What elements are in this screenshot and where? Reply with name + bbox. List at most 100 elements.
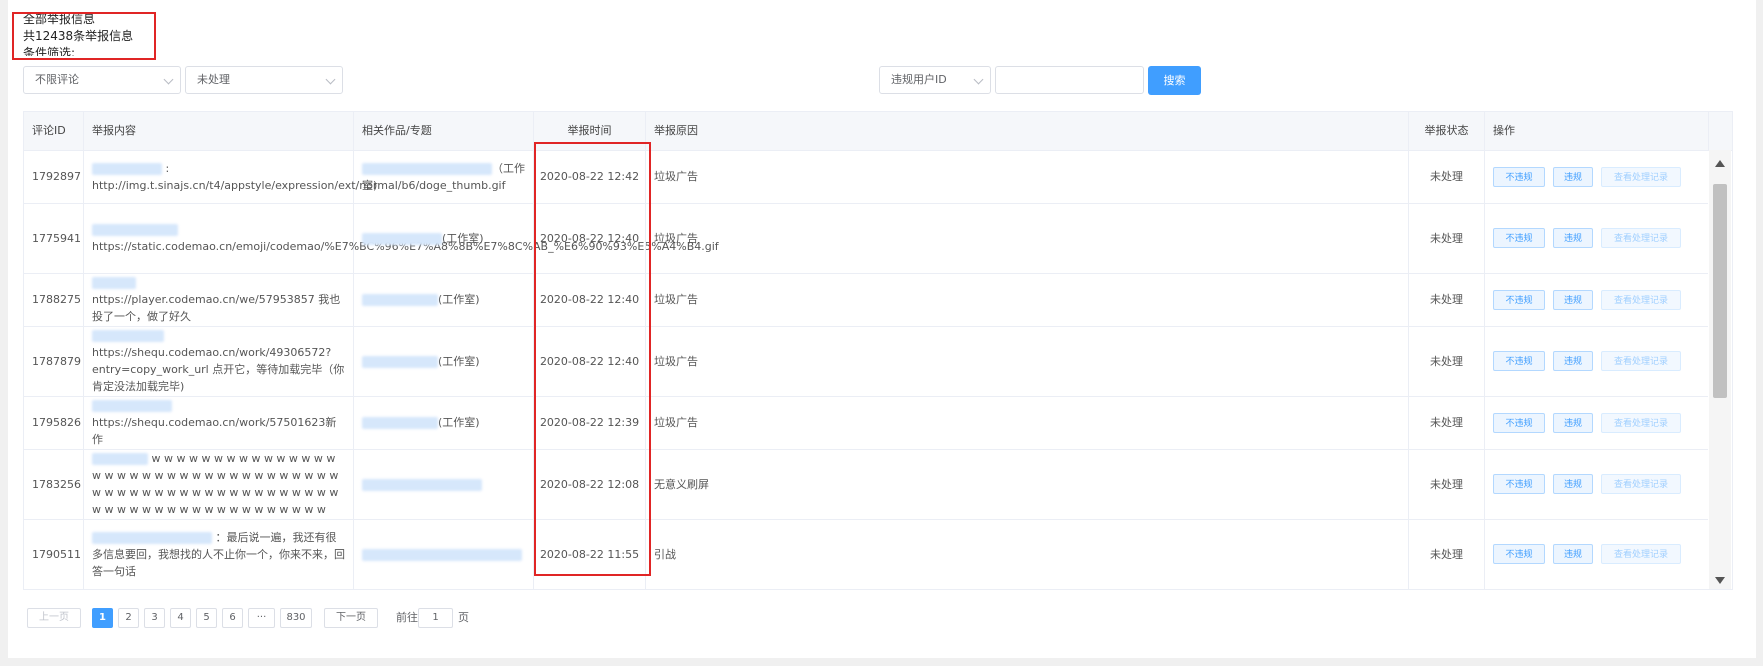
violation-button[interactable]: 违规 xyxy=(1553,289,1593,310)
comment-id: 1795826 xyxy=(24,396,84,449)
report-reason-value: 无意义刷屏 xyxy=(654,477,709,491)
page-button[interactable]: 5 xyxy=(196,608,217,628)
report-reason: 垃圾广告 xyxy=(646,150,1409,203)
table-row: 1788275 nttps://player.codemao.cn/we/579… xyxy=(24,273,1708,327)
not-violation-button[interactable]: 不违规 xyxy=(1493,166,1545,187)
col-related: 相关作品/专题 xyxy=(354,112,534,150)
status-value: 未处理 xyxy=(197,73,230,86)
not-violation-button[interactable]: 不违规 xyxy=(1493,228,1545,248)
col-reason: 举报原因 xyxy=(646,112,1409,150)
col-comment-id: 评论ID xyxy=(24,112,84,150)
related-work[interactable]: (工作室) xyxy=(354,396,534,449)
report-content: ：最后说一遍，我还有很多信息要回，我想找的人不止你一个，你来不来，回答一句话 xyxy=(84,519,354,589)
report-status: 未处理 xyxy=(1409,326,1485,396)
prev-page-button[interactable]: 上一页 xyxy=(27,608,81,628)
page-button[interactable]: 1 xyxy=(92,608,113,628)
comment-scope-value: 不限评论 xyxy=(35,73,79,86)
report-content-text: nttps://player.codemao.cn/we/57953857 我也… xyxy=(92,293,341,323)
report-status: 未处理 xyxy=(1409,150,1485,203)
redacted-username xyxy=(92,224,178,236)
related-work-suffix: (工作室) xyxy=(442,231,484,245)
view-records-button[interactable]: 查看处理记录 xyxy=(1601,412,1681,433)
violation-button[interactable]: 违规 xyxy=(1553,544,1593,564)
comment-id-value: 1787879 xyxy=(32,354,81,368)
search-input[interactable] xyxy=(995,66,1144,94)
id-type-select[interactable]: 违规用户ID xyxy=(879,66,991,94)
violation-button[interactable]: 违规 xyxy=(1553,474,1593,494)
redacted-work-title xyxy=(362,232,442,245)
report-reason: 垃圾广告 xyxy=(646,203,1409,273)
related-work[interactable] xyxy=(354,449,534,519)
view-records-button[interactable]: 查看处理记录 xyxy=(1601,166,1681,187)
table-row: 1795826 https://shequ.codemao.cn/work/57… xyxy=(24,396,1708,450)
report-status: 未处理 xyxy=(1409,203,1485,273)
col-status: 举报状态 xyxy=(1409,112,1485,150)
related-work[interactable] xyxy=(354,519,534,589)
report-reason-value: 垃圾广告 xyxy=(654,170,698,183)
report-reason-value: 垃圾广告 xyxy=(654,231,698,245)
page-button[interactable]: 3 xyxy=(144,608,165,628)
scroll-down-arrow-icon[interactable] xyxy=(1715,577,1725,584)
report-reason-value: 引战 xyxy=(654,547,676,561)
report-reason: 垃圾广告 xyxy=(646,273,1409,326)
violation-button[interactable]: 违规 xyxy=(1553,166,1593,187)
violation-button[interactable]: 违规 xyxy=(1553,351,1593,371)
comment-scope-select[interactable]: 不限评论 xyxy=(23,66,181,94)
view-records-button[interactable]: 查看处理记录 xyxy=(1601,544,1681,564)
violation-button[interactable]: 违规 xyxy=(1553,412,1593,433)
more-pages-button[interactable]: ··· xyxy=(248,608,275,628)
not-violation-button[interactable]: 不违规 xyxy=(1493,289,1545,310)
view-records-button[interactable]: 查看处理记录 xyxy=(1601,228,1681,248)
row-actions: 不违规 违规 查看处理记录 xyxy=(1485,449,1708,519)
redacted-work-title xyxy=(362,162,492,175)
page-button[interactable]: 6 xyxy=(222,608,243,628)
redacted-username xyxy=(92,400,172,412)
comment-id-value: 1788275 xyxy=(32,293,81,306)
status-select[interactable]: 未处理 xyxy=(185,66,343,94)
table-row: 1787879 https://shequ.codemao.cn/work/49… xyxy=(24,326,1708,397)
not-violation-button[interactable]: 不违规 xyxy=(1493,351,1545,371)
table-row: 1775941 https://static.codemao.cn/emoji/… xyxy=(24,203,1708,274)
scroll-up-arrow-icon[interactable] xyxy=(1715,160,1725,167)
report-status-value: 未处理 xyxy=(1430,170,1463,183)
report-reason: 无意义刷屏 xyxy=(646,449,1409,519)
not-violation-button[interactable]: 不违规 xyxy=(1493,412,1545,433)
related-work[interactable]: (工作室) xyxy=(354,203,534,273)
report-content: https://shequ.codemao.cn/work/57501623新作 xyxy=(84,396,354,449)
comment-id: 1775941 xyxy=(24,203,84,273)
report-status: 未处理 xyxy=(1409,519,1485,589)
page-button[interactable]: 4 xyxy=(170,608,191,628)
row-actions: 不违规 违规 查看处理记录 xyxy=(1485,150,1708,203)
related-work[interactable]: （工作室) xyxy=(354,150,534,203)
not-violation-button[interactable]: 不违规 xyxy=(1493,474,1545,494)
comment-id: 1792897 xyxy=(24,150,84,203)
redacted-username xyxy=(92,531,212,544)
page-button[interactable]: 830 xyxy=(280,608,312,628)
table-row: 1790511 ：最后说一遍，我还有很多信息要回，我想找的人不止你一个，你来不来… xyxy=(24,519,1708,589)
scroll-thumb[interactable] xyxy=(1713,184,1727,398)
not-violation-button[interactable]: 不违规 xyxy=(1493,544,1545,564)
redacted-username xyxy=(92,330,164,342)
search-button[interactable]: 搜索 xyxy=(1148,66,1201,95)
related-work[interactable]: (工作室) xyxy=(354,326,534,396)
view-records-button[interactable]: 查看处理记录 xyxy=(1601,474,1681,494)
goto-page-input[interactable]: 1 xyxy=(418,608,453,628)
report-content: : http://img.t.sinajs.cn/t4/appstyle/exp… xyxy=(84,150,505,203)
comment-id-value: 1790511 xyxy=(32,547,81,561)
table-scrollbar[interactable] xyxy=(1709,150,1731,589)
view-records-button[interactable]: 查看处理记录 xyxy=(1601,289,1681,310)
redacted-work-title xyxy=(362,355,438,368)
comment-id: 1787879 xyxy=(24,326,84,396)
report-content-text: https://shequ.codemao.cn/work/49306572?e… xyxy=(92,346,345,393)
report-content: https://shequ.codemao.cn/work/49306572?e… xyxy=(84,326,354,396)
page-button[interactable]: 2 xyxy=(118,608,139,628)
redacted-work-title xyxy=(362,478,482,491)
next-page-button[interactable]: 下一页 xyxy=(324,608,378,628)
related-work-suffix: (工作室) xyxy=(438,354,480,368)
row-actions: 不违规 违规 查看处理记录 xyxy=(1485,326,1708,396)
view-records-button[interactable]: 查看处理记录 xyxy=(1601,351,1681,371)
violation-button[interactable]: 违规 xyxy=(1553,228,1593,248)
report-table: 评论ID 举报内容 相关作品/专题 举报时间 举报原因 举报状态 操作 1792… xyxy=(23,111,1733,590)
related-work[interactable]: (工作室) xyxy=(354,273,534,326)
col-actions: 操作 xyxy=(1485,112,1709,150)
